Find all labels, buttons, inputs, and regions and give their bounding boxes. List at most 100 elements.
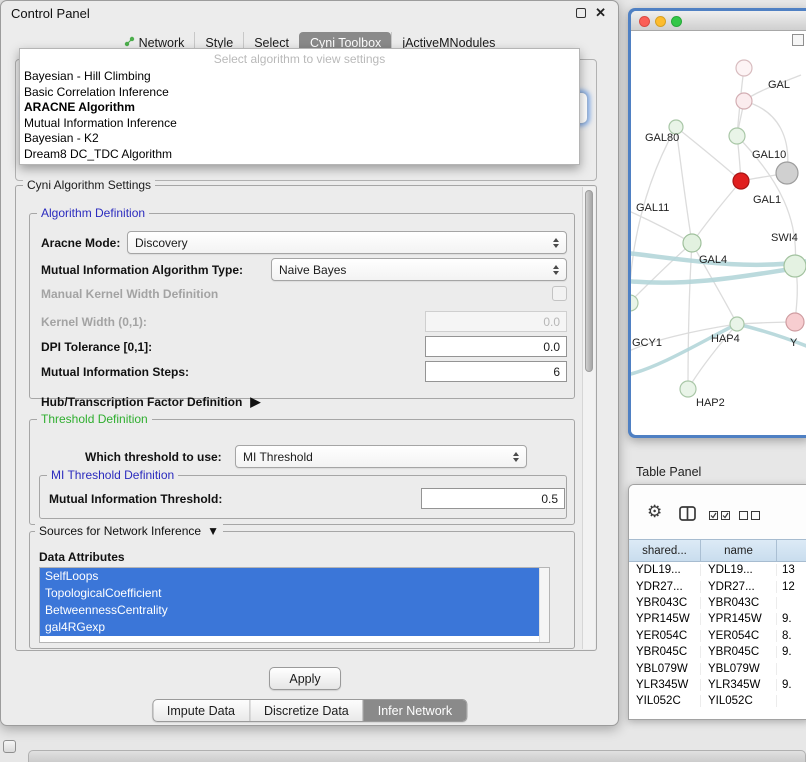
kernel-width-field: 0.0 xyxy=(425,311,567,332)
menu-item[interactable]: Bayesian - Hill Climbing xyxy=(20,69,579,85)
apply-button[interactable]: Apply xyxy=(269,667,341,690)
cell: 12 xyxy=(777,581,806,593)
select-all-icon[interactable] xyxy=(709,509,730,523)
list-scrollbar[interactable] xyxy=(539,568,549,642)
close-traffic-icon[interactable] xyxy=(639,16,650,27)
network-node-selected[interactable] xyxy=(733,173,749,189)
list-item[interactable]: TopologicalCoefficient xyxy=(40,585,539,602)
cell: YER054C xyxy=(629,630,701,642)
table-row[interactable]: YDR27... YDR27... 12 xyxy=(629,578,806,594)
network-node[interactable] xyxy=(776,162,798,184)
sources-title-label: Sources for Network Inference xyxy=(39,524,201,538)
node-label: GAL10 xyxy=(752,149,786,161)
network-node[interactable] xyxy=(730,317,744,331)
bottom-tabbar: Impute Data Discretize Data Infer Networ… xyxy=(152,699,467,722)
cell: 9. xyxy=(777,646,806,658)
column-header[interactable]: shared... xyxy=(629,540,701,561)
aracne-mode-combobox[interactable]: Discovery xyxy=(127,231,567,254)
table-row[interactable]: YER054C YER054C 8. xyxy=(629,628,806,644)
cell: YDL19... xyxy=(629,564,701,576)
which-threshold-combobox[interactable]: MI Threshold xyxy=(235,445,527,468)
field-value: 6 xyxy=(553,365,560,379)
zoom-traffic-icon[interactable] xyxy=(671,16,682,27)
dropdown-placeholder: Select algorithm to view settings xyxy=(20,52,579,69)
mi-type-combobox[interactable]: Naive Bayes xyxy=(271,258,567,281)
network-node[interactable] xyxy=(683,234,701,252)
network-node[interactable] xyxy=(631,295,638,311)
manual-kernel-label: Manual Kernel Width Definition xyxy=(41,287,218,301)
menu-item[interactable]: Basic Correlation Inference xyxy=(20,85,579,101)
dpi-tolerance-field[interactable]: 0.0 xyxy=(425,336,567,357)
node-label: GAL11 xyxy=(636,202,669,214)
group-title: MI Threshold Definition xyxy=(47,468,178,482)
node-label: HAP4 xyxy=(711,333,740,345)
cell: YLR345W xyxy=(701,679,777,691)
gear-icon[interactable]: ⚙ xyxy=(647,502,662,522)
field-value: 0.0 xyxy=(543,340,560,354)
network-graph[interactable]: GAL GAL80 GAL10 GAL11 GAL1 SWI4 GAL4 GCY… xyxy=(631,31,806,435)
deselect-all-icon[interactable] xyxy=(739,509,760,523)
node-label: GAL1 xyxy=(753,194,781,206)
list-item[interactable]: BetweennessCentrality xyxy=(40,602,539,619)
column-header[interactable] xyxy=(777,540,806,561)
table-panel-window: ⚙ shared... name YDL19... YDL19... 13 xyxy=(628,484,806,720)
table-toolbar: ⚙ xyxy=(629,485,806,539)
cell: YPR145W xyxy=(629,613,701,625)
data-attributes-label: Data Attributes xyxy=(39,550,125,564)
minimize-traffic-icon[interactable] xyxy=(655,16,666,27)
mi-threshold-field[interactable]: 0.5 xyxy=(421,488,565,509)
float-window-icon[interactable] xyxy=(576,8,586,18)
network-canvas[interactable]: GAL GAL80 GAL10 GAL11 GAL1 SWI4 GAL4 GCY… xyxy=(631,31,806,435)
node-label: Y xyxy=(790,337,798,349)
hub-section-toggle[interactable]: Hub/Transcription Factor Definition ▶ xyxy=(41,394,260,410)
sources-section-toggle[interactable]: Sources for Network Inference ▼ xyxy=(35,524,223,538)
cell: YBR045C xyxy=(701,646,777,658)
mi-steps-label: Mutual Information Steps: xyxy=(41,365,189,379)
table-row[interactable]: YBR045C YBR045C 9. xyxy=(629,644,806,660)
network-node[interactable] xyxy=(786,313,804,331)
list-item[interactable]: SelfLoops xyxy=(40,568,539,585)
menu-item-selected[interactable]: ARACNE Algorithm xyxy=(20,100,579,116)
cell: YDL19... xyxy=(701,564,777,576)
mi-steps-field[interactable]: 6 xyxy=(425,361,567,382)
table-row[interactable]: YBL079W YBL079W xyxy=(629,660,806,676)
network-node[interactable] xyxy=(736,60,752,76)
hub-section-label: Hub/Transcription Factor Definition xyxy=(41,395,242,409)
cell: YBR043C xyxy=(629,597,701,609)
data-attributes-list: SelfLoops TopologicalCoefficient Between… xyxy=(39,567,550,643)
cell: YDR27... xyxy=(629,581,701,593)
collapsed-window-icon[interactable] xyxy=(3,740,16,753)
menu-item[interactable]: Mutual Information Inference xyxy=(20,116,579,132)
combobox-arrows-icon xyxy=(507,452,519,462)
cell: YIL052C xyxy=(701,695,777,707)
settings-scrollbar[interactable] xyxy=(582,187,595,649)
tab-impute-data[interactable]: Impute Data xyxy=(153,700,249,721)
overview-toggle-icon[interactable] xyxy=(792,34,804,46)
table-row[interactable]: YDL19... YDL19... 13 xyxy=(629,562,806,578)
cell: YIL052C xyxy=(629,695,701,707)
menu-item[interactable]: Dream8 DC_TDC Algorithm xyxy=(20,147,579,163)
network-node[interactable] xyxy=(784,255,806,277)
list-item[interactable]: gal4RGexp xyxy=(40,619,539,636)
tab-infer-network[interactable]: Infer Network xyxy=(363,700,466,721)
columns-icon[interactable] xyxy=(679,506,696,524)
network-node[interactable] xyxy=(680,381,696,397)
node-label: GAL4 xyxy=(699,254,727,266)
chevron-down-icon: ▼ xyxy=(207,524,219,538)
cell: YBR045C xyxy=(629,646,701,658)
table-row[interactable]: YIL052C YIL052C xyxy=(629,693,806,709)
tab-discretize-data[interactable]: Discretize Data xyxy=(249,700,363,721)
algorithm-dropdown-menu: Select algorithm to view settings Bayesi… xyxy=(19,48,580,165)
menu-item[interactable]: Bayesian - K2 xyxy=(20,131,579,147)
table-row[interactable]: YPR145W YPR145W 9. xyxy=(629,611,806,627)
table-row[interactable]: YBR043C YBR043C xyxy=(629,595,806,611)
table-row[interactable]: YLR345W YLR345W 9. xyxy=(629,677,806,693)
background-window-edge[interactable] xyxy=(28,750,806,762)
scrollbar-thumb[interactable] xyxy=(585,190,593,372)
network-node[interactable] xyxy=(736,93,752,109)
network-node[interactable] xyxy=(729,128,745,144)
close-icon[interactable]: ✕ xyxy=(595,5,606,21)
group-title: Cyni Algorithm Settings xyxy=(23,178,155,192)
field-value: 0.5 xyxy=(541,492,558,506)
column-header[interactable]: name xyxy=(701,540,777,561)
